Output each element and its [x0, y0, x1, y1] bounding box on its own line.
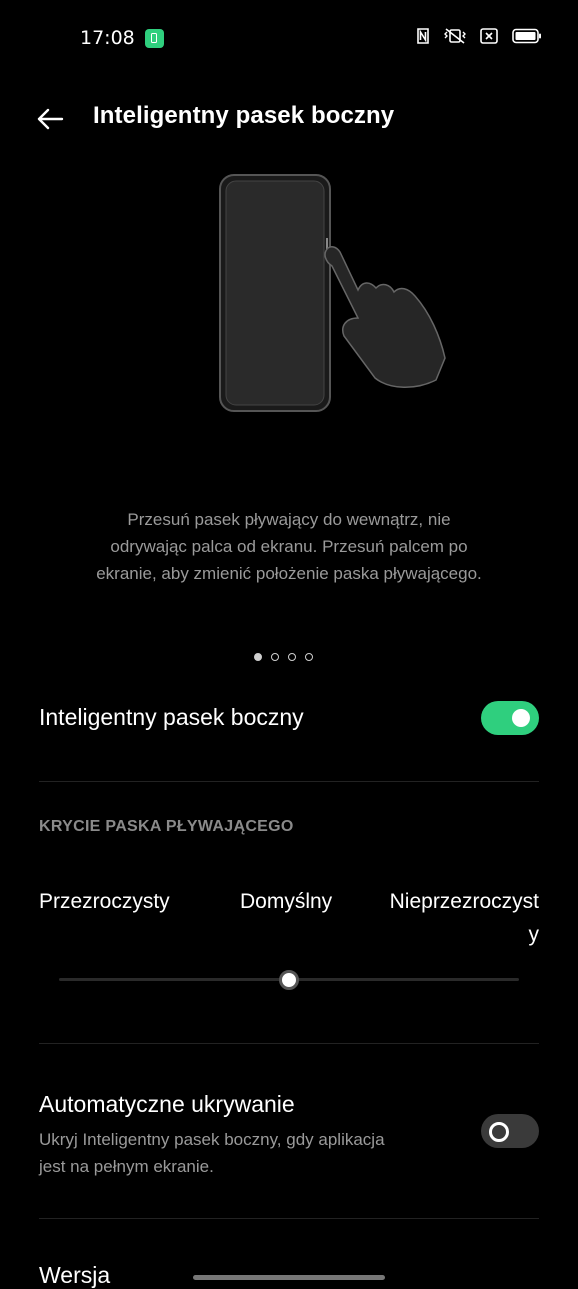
- auto-hide-description-line: Ukryj Inteligentny pasek boczny, gdy apl…: [39, 1130, 385, 1149]
- smart-sidebar-toggle[interactable]: [481, 701, 539, 735]
- description-line: odrywając palca od ekranu. Przesuń palce…: [110, 537, 468, 556]
- slider-thumb[interactable]: [279, 970, 299, 990]
- pager-dot[interactable]: [254, 653, 262, 661]
- pager-dot[interactable]: [271, 653, 279, 661]
- opacity-default-label: Domyślny: [240, 890, 333, 913]
- auto-hide-label: Automatyczne ukrywanie: [39, 1091, 295, 1117]
- divider: [39, 1043, 539, 1044]
- app-notification-icon: [145, 29, 164, 48]
- carousel-pager: [254, 653, 313, 661]
- toggle-knob: [489, 1122, 509, 1142]
- app-bar: Inteligentny pasek boczny: [0, 88, 578, 148]
- page-title: Inteligentny pasek boczny: [93, 102, 395, 129]
- battery-icon: [512, 28, 541, 44]
- status-bar: 17:08: [0, 0, 578, 78]
- description-line: Przesuń pasek pływający do wewnątrz, nie: [127, 510, 451, 529]
- swipe-description: Przesuń pasek pływający do wewnątrz, nie…: [40, 506, 538, 587]
- vibrate-icon: [444, 28, 466, 44]
- phone-swipe-illustration: [219, 174, 446, 412]
- back-arrow-icon[interactable]: [34, 102, 68, 136]
- status-icons: [416, 28, 542, 44]
- sim-off-icon: [480, 28, 498, 44]
- auto-hide-toggle[interactable]: [481, 1114, 539, 1148]
- auto-hide-description-line: jest na pełnym ekranie.: [39, 1157, 214, 1176]
- pager-dot[interactable]: [305, 653, 313, 661]
- version-label[interactable]: Wersja: [39, 1262, 110, 1289]
- opacity-section-header: KRYCIE PASKA PŁYWAJĄCEGO: [39, 818, 294, 835]
- smart-sidebar-label: Inteligentny pasek boczny: [39, 704, 304, 730]
- opacity-opaque-label: Nieprzezroczyst y: [389, 890, 539, 946]
- opacity-transparent-label: Przezroczysty: [39, 890, 170, 913]
- description-line: ekranie, aby zmienić położenie paska pły…: [96, 564, 482, 583]
- gesture-navigation-handle[interactable]: [193, 1275, 385, 1280]
- status-time: 17:08: [80, 27, 135, 49]
- auto-hide-description: Ukryj Inteligentny pasek boczny, gdy apl…: [39, 1126, 439, 1180]
- pager-dot[interactable]: [288, 653, 296, 661]
- divider: [39, 1218, 539, 1219]
- nfc-icon: [417, 28, 429, 44]
- divider: [39, 781, 539, 782]
- opacity-slider[interactable]: [59, 968, 519, 992]
- toggle-knob: [512, 709, 530, 727]
